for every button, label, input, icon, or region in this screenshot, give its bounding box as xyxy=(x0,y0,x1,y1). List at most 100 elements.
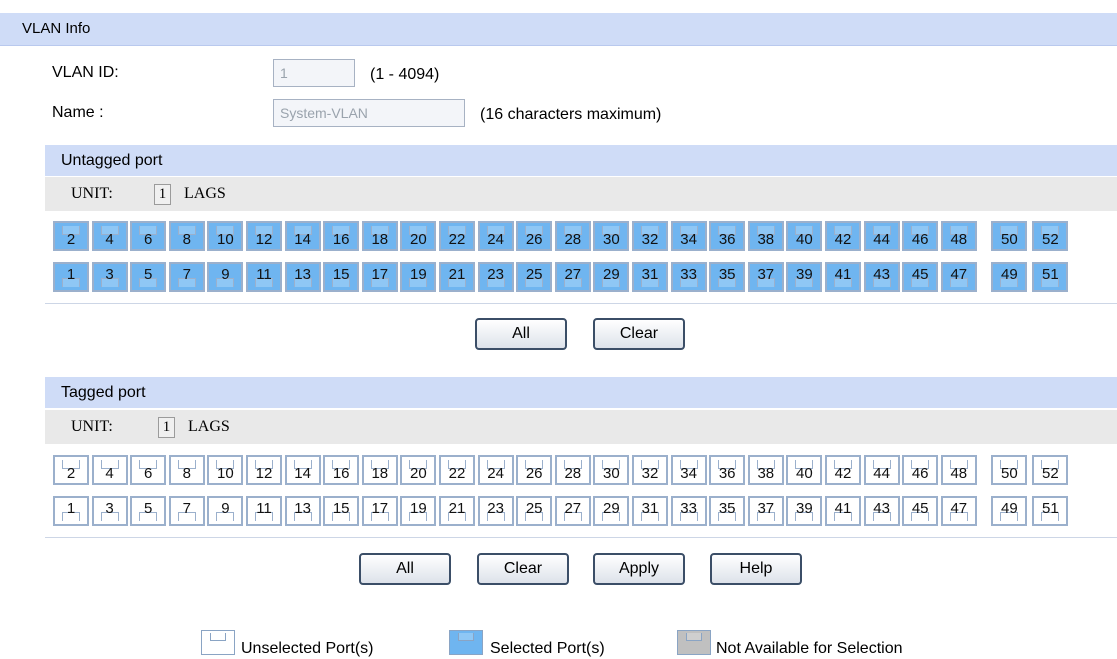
tagged-port-28[interactable]: 28 xyxy=(554,455,591,485)
untagged-port-13[interactable]: 13 xyxy=(284,262,321,292)
tagged-port-19[interactable]: 19 xyxy=(400,496,437,526)
untagged-port-48[interactable]: 48 xyxy=(940,221,977,251)
untagged-port-21[interactable]: 21 xyxy=(439,262,475,292)
untagged-port-32[interactable]: 32 xyxy=(632,221,668,251)
untagged-port-12[interactable]: 12 xyxy=(246,221,282,251)
untagged-port-52[interactable]: 52 xyxy=(1032,221,1069,251)
untagged-port-4[interactable]: 4 xyxy=(91,221,128,251)
tagged-port-2[interactable]: 2 xyxy=(53,455,89,485)
tagged-port-40[interactable]: 40 xyxy=(786,455,823,485)
untagged-port-44[interactable]: 44 xyxy=(863,221,900,251)
tagged-port-24[interactable]: 24 xyxy=(477,455,514,485)
untagged-port-10[interactable]: 10 xyxy=(207,221,244,251)
untagged-port-42[interactable]: 42 xyxy=(825,221,861,251)
tagged-port-8[interactable]: 8 xyxy=(168,455,205,485)
tagged-port-5[interactable]: 5 xyxy=(130,496,167,526)
tagged-port-50[interactable]: 50 xyxy=(991,455,1028,485)
tagged-port-17[interactable]: 17 xyxy=(361,496,398,526)
tagged-port-22[interactable]: 22 xyxy=(439,455,475,485)
tagged-port-42[interactable]: 42 xyxy=(825,455,861,485)
untagged-port-45[interactable]: 45 xyxy=(902,262,939,292)
untagged-port-24[interactable]: 24 xyxy=(477,221,514,251)
untagged-port-3[interactable]: 3 xyxy=(91,262,128,292)
tagged-clear-button[interactable]: Clear xyxy=(477,553,569,585)
tagged-port-52[interactable]: 52 xyxy=(1032,455,1069,485)
untagged-port-37[interactable]: 37 xyxy=(747,262,784,292)
tagged-port-4[interactable]: 4 xyxy=(91,455,128,485)
untagged-port-17[interactable]: 17 xyxy=(361,262,398,292)
tagged-port-11[interactable]: 11 xyxy=(246,496,282,526)
untagged-port-6[interactable]: 6 xyxy=(130,221,167,251)
untagged-lags-link[interactable]: LAGS xyxy=(184,185,226,203)
tagged-port-21[interactable]: 21 xyxy=(439,496,475,526)
untagged-port-20[interactable]: 20 xyxy=(400,221,437,251)
tagged-port-46[interactable]: 46 xyxy=(902,455,939,485)
tagged-port-9[interactable]: 9 xyxy=(207,496,244,526)
tagged-port-48[interactable]: 48 xyxy=(940,455,977,485)
untagged-port-50[interactable]: 50 xyxy=(991,221,1028,251)
untagged-port-8[interactable]: 8 xyxy=(168,221,205,251)
tagged-port-26[interactable]: 26 xyxy=(516,455,553,485)
untagged-port-23[interactable]: 23 xyxy=(477,262,514,292)
tagged-port-38[interactable]: 38 xyxy=(747,455,784,485)
untagged-port-27[interactable]: 27 xyxy=(554,262,591,292)
tagged-port-29[interactable]: 29 xyxy=(593,496,630,526)
tagged-port-41[interactable]: 41 xyxy=(825,496,861,526)
untagged-port-39[interactable]: 39 xyxy=(786,262,823,292)
untagged-port-5[interactable]: 5 xyxy=(130,262,167,292)
tagged-lags-link[interactable]: LAGS xyxy=(188,418,230,436)
tagged-port-27[interactable]: 27 xyxy=(554,496,591,526)
tagged-port-20[interactable]: 20 xyxy=(400,455,437,485)
untagged-port-47[interactable]: 47 xyxy=(940,262,977,292)
untagged-port-41[interactable]: 41 xyxy=(825,262,861,292)
vlan-id-field[interactable] xyxy=(273,59,355,87)
untagged-port-19[interactable]: 19 xyxy=(400,262,437,292)
tagged-port-7[interactable]: 7 xyxy=(168,496,205,526)
untagged-port-16[interactable]: 16 xyxy=(323,221,360,251)
tagged-port-34[interactable]: 34 xyxy=(670,455,707,485)
tagged-port-37[interactable]: 37 xyxy=(747,496,784,526)
tagged-all-button[interactable]: All xyxy=(359,553,451,585)
untagged-port-31[interactable]: 31 xyxy=(632,262,668,292)
untagged-port-30[interactable]: 30 xyxy=(593,221,630,251)
untagged-port-38[interactable]: 38 xyxy=(747,221,784,251)
tagged-port-47[interactable]: 47 xyxy=(940,496,977,526)
untagged-port-43[interactable]: 43 xyxy=(863,262,900,292)
untagged-port-40[interactable]: 40 xyxy=(786,221,823,251)
tagged-port-31[interactable]: 31 xyxy=(632,496,668,526)
untagged-port-14[interactable]: 14 xyxy=(284,221,321,251)
tagged-port-44[interactable]: 44 xyxy=(863,455,900,485)
untagged-port-36[interactable]: 36 xyxy=(709,221,746,251)
tagged-port-39[interactable]: 39 xyxy=(786,496,823,526)
tagged-port-43[interactable]: 43 xyxy=(863,496,900,526)
tagged-port-32[interactable]: 32 xyxy=(632,455,668,485)
untagged-port-15[interactable]: 15 xyxy=(323,262,360,292)
tagged-port-33[interactable]: 33 xyxy=(670,496,707,526)
untagged-port-22[interactable]: 22 xyxy=(439,221,475,251)
untagged-port-9[interactable]: 9 xyxy=(207,262,244,292)
tagged-port-51[interactable]: 51 xyxy=(1032,496,1069,526)
tagged-port-1[interactable]: 1 xyxy=(53,496,89,526)
tagged-port-15[interactable]: 15 xyxy=(323,496,360,526)
untagged-port-18[interactable]: 18 xyxy=(361,221,398,251)
tagged-port-18[interactable]: 18 xyxy=(361,455,398,485)
untagged-port-26[interactable]: 26 xyxy=(516,221,553,251)
untagged-port-11[interactable]: 11 xyxy=(246,262,282,292)
untagged-port-1[interactable]: 1 xyxy=(53,262,89,292)
apply-button[interactable]: Apply xyxy=(593,553,685,585)
untagged-port-29[interactable]: 29 xyxy=(593,262,630,292)
tagged-port-13[interactable]: 13 xyxy=(284,496,321,526)
untagged-unit-button[interactable]: 1 xyxy=(154,184,171,205)
tagged-port-10[interactable]: 10 xyxy=(207,455,244,485)
tagged-unit-button[interactable]: 1 xyxy=(158,417,175,438)
untagged-port-7[interactable]: 7 xyxy=(168,262,205,292)
untagged-port-49[interactable]: 49 xyxy=(991,262,1028,292)
untagged-port-33[interactable]: 33 xyxy=(670,262,707,292)
tagged-port-23[interactable]: 23 xyxy=(477,496,514,526)
vlan-name-field[interactable] xyxy=(273,99,465,127)
untagged-port-35[interactable]: 35 xyxy=(709,262,746,292)
untagged-port-28[interactable]: 28 xyxy=(554,221,591,251)
tagged-port-16[interactable]: 16 xyxy=(323,455,360,485)
help-button[interactable]: Help xyxy=(710,553,802,585)
tagged-port-30[interactable]: 30 xyxy=(593,455,630,485)
